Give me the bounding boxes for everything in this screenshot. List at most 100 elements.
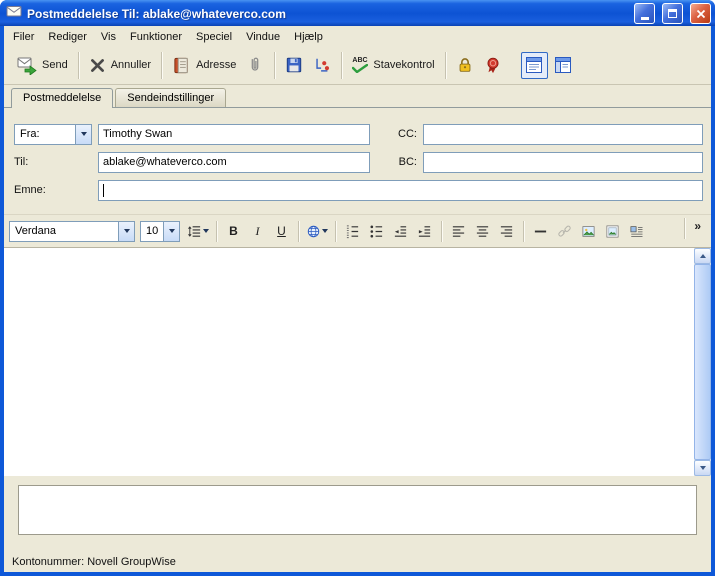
menu-funktioner[interactable]: Funktioner [123,29,189,45]
sign-button[interactable] [479,53,507,77]
menu-vindue[interactable]: Vindue [239,29,287,45]
close-button[interactable] [690,3,711,24]
horizontal-rule-icon [534,230,547,232]
attach-file-button[interactable] [241,53,269,77]
view-plain-button[interactable] [520,51,548,79]
numbered-list-icon [346,224,359,238]
save-draft-button[interactable] [280,53,308,77]
outdent-button[interactable] [389,220,412,242]
paperclip-icon [252,57,259,71]
globe-icon [307,225,320,237]
cc-input[interactable] [423,123,703,145]
message-body-area [4,247,711,476]
main-toolbar: Send Annuller Adresse ABC Stavekontrol [4,46,711,85]
from-input[interactable] [98,123,370,145]
attachment-pane[interactable] [18,485,697,535]
spellcheck-button[interactable]: ABC Stavekontrol [347,54,439,76]
titlebar[interactable]: Postmeddelelse Til: ablake@whateverco.co… [0,0,715,26]
send-envelope-arrow-icon [17,57,37,75]
red-dots-button[interactable] [308,53,336,77]
align-center-icon [476,225,489,237]
font-family-dropdown-button[interactable] [118,221,134,241]
cancel-button[interactable]: Annuller [84,54,156,77]
toolbar-overflow-area: » [680,218,706,239]
encrypt-button[interactable] [451,53,479,77]
panel-split-icon [555,57,572,73]
font-family-select[interactable]: Verdana [9,220,135,242]
menu-rediger[interactable]: Rediger [41,29,94,45]
bc-input[interactable] [423,151,703,173]
chevron-down-icon [123,229,130,233]
bc-label: BC: [398,156,417,168]
address-form: Fra: CC: Til: BC: Emne: [4,108,711,214]
numbered-list-button[interactable] [341,220,364,242]
panel-lines-icon [526,57,543,73]
toolbar-separator [274,51,276,79]
underline-button[interactable]: U [270,220,293,242]
text-wrap-button[interactable] [625,220,648,242]
cc-label: CC: [398,128,417,140]
subject-label: Emne: [14,184,46,196]
tab-sendeindstillinger[interactable]: Sendeindstillinger [115,88,227,107]
insert-frame-button[interactable] [601,220,624,242]
toolbar-overflow-button[interactable]: » [689,218,706,234]
indent-icon [418,225,431,237]
menu-speciel[interactable]: Speciel [189,29,239,45]
view-html-button[interactable] [550,52,577,79]
maximize-button[interactable] [662,3,683,24]
format-separator [216,220,217,242]
text-wrap-icon [630,225,643,237]
from-dropdown-button[interactable] [75,124,91,144]
toolbar-separator [444,51,446,79]
scroll-thumb[interactable] [694,264,711,460]
insert-image-button[interactable] [577,220,600,242]
menu-hjaelp[interactable]: Hjælp [287,29,330,45]
address-button[interactable]: Adresse [167,53,241,78]
from-combobox[interactable]: Fra: [14,123,92,145]
cancel-x-icon [90,58,104,72]
address-book-icon [174,57,188,73]
subject-field-wrap [98,179,703,201]
align-right-icon [500,225,513,237]
menu-vis[interactable]: Vis [94,29,123,45]
padlock-icon [459,58,470,72]
spellcheck-label: Stavekontrol [373,59,435,71]
window-title: Postmeddelelse Til: ablake@whateverco.co… [27,6,286,21]
bold-button[interactable]: B [222,220,245,242]
red-seal-icon [487,57,499,74]
message-body[interactable] [4,248,694,476]
align-left-button[interactable] [447,220,470,242]
format-separator [523,220,524,242]
tab-postmeddelelse[interactable]: Postmeddelelse [11,88,114,108]
vertical-scrollbar[interactable] [694,248,711,476]
link-button[interactable] [553,220,576,242]
to-input[interactable] [98,151,370,173]
red-dots-icon [316,58,330,72]
font-size-dropdown-button[interactable] [163,221,179,241]
send-label: Send [42,59,68,71]
scroll-down-button[interactable] [694,460,711,476]
format-toolbar: Verdana 10 B I U » [4,214,711,247]
indent-button[interactable] [413,220,436,242]
line-spacing-icon [188,225,201,237]
hyperlink-globe-button[interactable] [304,220,330,242]
align-right-button[interactable] [495,220,518,242]
send-button[interactable]: Send [12,52,73,78]
format-separator [335,220,336,242]
maximize-icon [668,9,677,18]
minimize-button[interactable] [634,3,655,24]
scroll-up-button[interactable] [694,248,711,264]
tab-bar: Postmeddelelse Sendeindstillinger [4,85,711,108]
groupwise-compose-window: Postmeddelelse Til: ablake@whateverco.co… [0,0,715,576]
subject-input[interactable] [98,179,703,201]
font-size-select[interactable]: 10 [140,220,180,242]
toolbar-separator [341,51,343,79]
italic-button[interactable]: I [246,220,269,242]
bullet-list-button[interactable] [365,220,388,242]
menu-filer[interactable]: Filer [6,29,41,45]
chevron-down-icon [168,229,175,233]
status-text: Kontonummer: Novell GroupWise [12,555,176,568]
line-spacing-button[interactable] [185,220,211,242]
horizontal-rule-button[interactable] [529,220,552,242]
align-center-button[interactable] [471,220,494,242]
